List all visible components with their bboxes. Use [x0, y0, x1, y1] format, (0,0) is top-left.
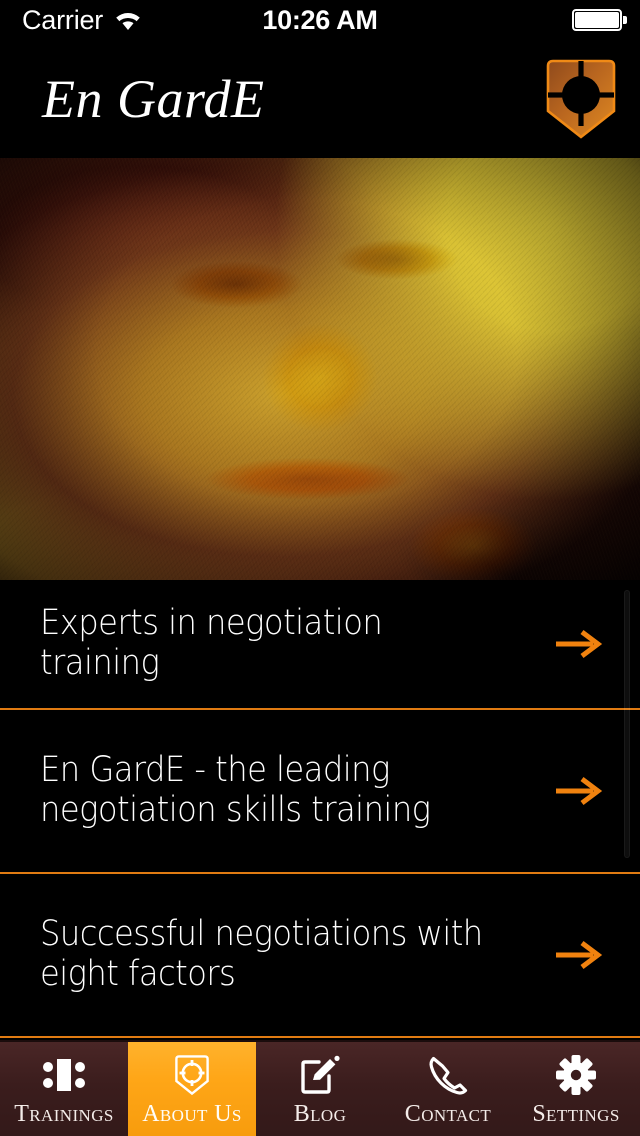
tab-label: About Us	[142, 1101, 242, 1127]
list-item[interactable]: En GardE - the leading negotiation skill…	[0, 710, 640, 874]
list-item-title: Experts in negotiation training	[40, 603, 383, 683]
scrollbar[interactable]	[624, 590, 630, 858]
tab-contact[interactable]: Contact	[384, 1042, 512, 1136]
shield-logo-icon	[174, 1052, 210, 1098]
list-item[interactable]: Successful negotiations with eight facto…	[0, 874, 640, 1038]
tab-trainings[interactable]: Trainings	[0, 1042, 128, 1136]
tab-label: Blog	[293, 1101, 347, 1127]
arrow-right-icon[interactable]	[552, 624, 604, 664]
page-title: En GardE	[42, 69, 265, 129]
en-garde-shield-logo[interactable]	[544, 56, 618, 142]
tab-settings[interactable]: Settings	[512, 1042, 640, 1136]
app-screen: Carrier 10:26 AM En GardE Experts in neg…	[0, 0, 640, 1136]
list-item-title: Successful negotiations with eight facto…	[40, 914, 483, 994]
hero-image[interactable]	[0, 158, 640, 580]
app-header: En GardE	[0, 40, 640, 158]
status-bar-right	[572, 9, 627, 31]
battery-full-icon	[572, 9, 627, 31]
tab-label: Settings	[532, 1101, 620, 1127]
arrow-right-icon[interactable]	[552, 771, 604, 811]
article-list[interactable]: Experts in negotiation training En GardE…	[0, 580, 640, 1040]
list-item[interactable]: Experts in negotiation training	[0, 580, 640, 710]
phone-handset-icon	[427, 1052, 469, 1098]
tab-about-us[interactable]: About Us	[128, 1042, 256, 1136]
tab-blog[interactable]: Blog	[256, 1042, 384, 1136]
status-bar-time: 10:26 AM	[262, 4, 378, 35]
tab-label: Contact	[404, 1101, 492, 1127]
hero-photo	[0, 158, 640, 580]
status-bar: Carrier 10:26 AM	[0, 0, 640, 40]
meeting-table-icon	[41, 1052, 87, 1098]
gear-icon	[555, 1052, 597, 1098]
compose-pencil-icon	[299, 1052, 341, 1098]
tab-bar: Trainings About Us Blog Contact Settings	[0, 1040, 640, 1136]
tab-label: Trainings	[14, 1101, 114, 1127]
arrow-right-icon[interactable]	[552, 935, 604, 975]
list-item-title: En GardE - the leading negotiation skill…	[40, 750, 431, 830]
